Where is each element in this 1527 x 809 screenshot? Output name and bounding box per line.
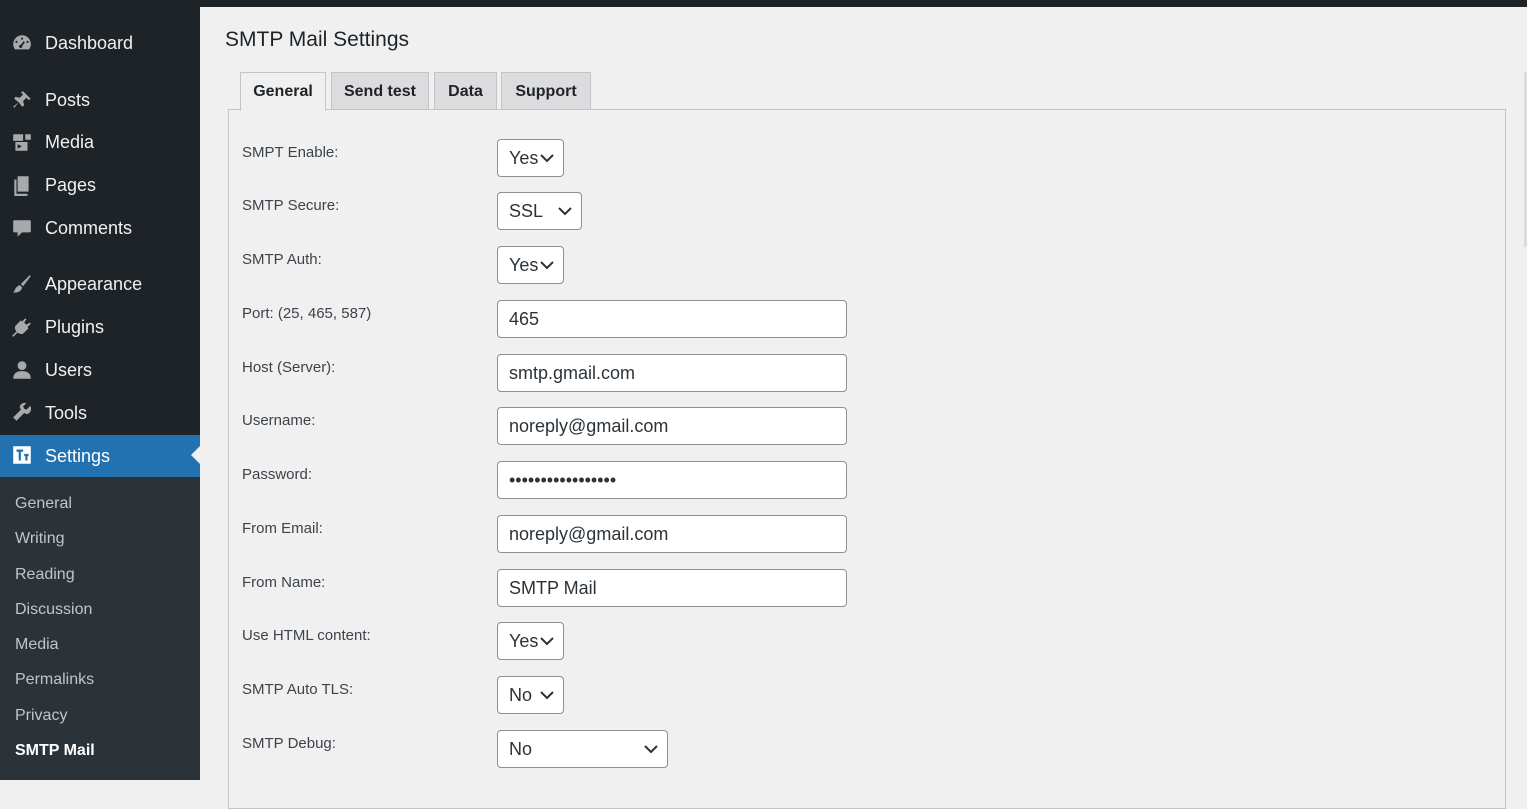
submenu-item-privacy[interactable]: Privacy	[15, 707, 67, 725]
chevron-down-icon	[540, 691, 554, 700]
sidebar-item-dashboard[interactable]: Dashboard	[0, 23, 200, 63]
debug-label: SMTP Debug:	[242, 735, 336, 752]
media-icon	[11, 131, 33, 153]
user-icon	[11, 359, 33, 381]
select-value: Yes	[509, 254, 539, 275]
smtp-secure-select[interactable]: SSL	[497, 192, 582, 230]
settings-submenu: General Writing Reading Discussion Media…	[0, 477, 200, 780]
from-name-input[interactable]	[497, 569, 847, 607]
comment-icon	[11, 217, 33, 239]
sidebar-item-label: Media	[45, 131, 95, 152]
sidebar-item-label: Dashboard	[45, 32, 134, 53]
sidebar-item-label: Users	[45, 359, 93, 380]
tab-support[interactable]: Support	[501, 72, 591, 110]
port-label: Port: (25, 465, 587)	[242, 305, 372, 322]
smtp-auth-select[interactable]: Yes	[497, 246, 564, 284]
password-label: Password:	[242, 466, 313, 483]
sidebar-item-label: Plugins	[45, 316, 105, 337]
sidebar-item-label: Posts	[45, 89, 91, 110]
sidebar-item-appearance[interactable]: Appearance	[0, 264, 200, 304]
username-input[interactable]	[497, 407, 847, 445]
brush-icon	[11, 273, 33, 295]
port-input[interactable]	[497, 300, 847, 338]
wrench-icon	[11, 402, 33, 424]
sidebar-item-label: Tools	[45, 402, 88, 423]
from-name-label: From Name:	[242, 574, 326, 591]
select-value: No	[509, 738, 533, 759]
chevron-down-icon	[540, 261, 554, 270]
sidebar-item-label: Comments	[45, 217, 133, 238]
chevron-down-icon	[644, 745, 658, 754]
admin-top-bar	[0, 0, 1527, 7]
sidebar-item-label: Settings	[45, 445, 111, 466]
tab-send-test[interactable]: Send test	[331, 72, 429, 110]
auto-tls-select[interactable]: No	[497, 676, 564, 714]
settings-icon	[11, 444, 33, 466]
select-value: Yes	[509, 147, 539, 168]
active-menu-arrow	[191, 446, 200, 464]
password-input[interactable]	[497, 461, 847, 499]
tab-data[interactable]: Data	[434, 72, 497, 110]
use-html-select[interactable]: Yes	[497, 622, 564, 660]
sidebar-item-users[interactable]: Users	[0, 350, 200, 390]
sidebar-item-label: Appearance	[45, 273, 143, 294]
chevron-down-icon	[558, 207, 572, 216]
smtp-enable-label: SMPT Enable:	[242, 144, 339, 161]
sidebar-item-label: Pages	[45, 174, 97, 195]
from-email-label: From Email:	[242, 520, 323, 537]
sidebar-item-posts[interactable]: Posts	[0, 80, 200, 120]
select-value: Yes	[509, 630, 539, 651]
chevron-down-icon	[540, 154, 554, 163]
pin-icon	[11, 89, 33, 111]
submenu-item-discussion[interactable]: Discussion	[15, 601, 92, 619]
host-label: Host (Server):	[242, 359, 336, 376]
dashboard-icon	[11, 32, 33, 54]
chevron-down-icon	[540, 637, 554, 646]
admin-sidebar: Dashboard Posts Media Pages Comments App…	[0, 0, 200, 780]
sidebar-item-comments[interactable]: Comments	[0, 208, 200, 248]
smtp-enable-select[interactable]: Yes	[497, 139, 564, 177]
sidebar-item-plugins[interactable]: Plugins	[0, 307, 200, 347]
sidebar-item-media[interactable]: Media	[0, 122, 200, 162]
pages-icon	[11, 174, 33, 196]
smtp-secure-label: SMTP Secure:	[242, 197, 340, 214]
host-input[interactable]	[497, 354, 847, 392]
tab-general[interactable]: General	[240, 72, 326, 111]
plugin-icon	[11, 316, 33, 338]
sidebar-item-pages[interactable]: Pages	[0, 165, 200, 205]
sidebar-item-tools[interactable]: Tools	[0, 393, 200, 433]
auto-tls-label: SMTP Auto TLS:	[242, 681, 354, 698]
sidebar-item-settings[interactable]: Settings	[0, 435, 200, 477]
select-value: No	[509, 684, 533, 705]
use-html-label: Use HTML content:	[242, 627, 371, 644]
username-label: Username:	[242, 412, 316, 429]
submenu-item-general[interactable]: General	[15, 495, 72, 513]
submenu-item-permalinks[interactable]: Permalinks	[15, 671, 94, 689]
page-title: SMTP Mail Settings	[225, 28, 410, 51]
submenu-item-writing[interactable]: Writing	[15, 530, 65, 548]
submenu-item-reading[interactable]: Reading	[15, 566, 75, 584]
debug-select[interactable]: No	[497, 730, 668, 768]
settings-panel	[228, 109, 1506, 809]
from-email-input[interactable]	[497, 515, 847, 553]
select-value: SSL	[509, 200, 544, 221]
smtp-auth-label: SMTP Auth:	[242, 251, 322, 268]
submenu-item-smtp-mail[interactable]: SMTP Mail	[15, 742, 95, 760]
submenu-item-media[interactable]: Media	[15, 636, 59, 654]
